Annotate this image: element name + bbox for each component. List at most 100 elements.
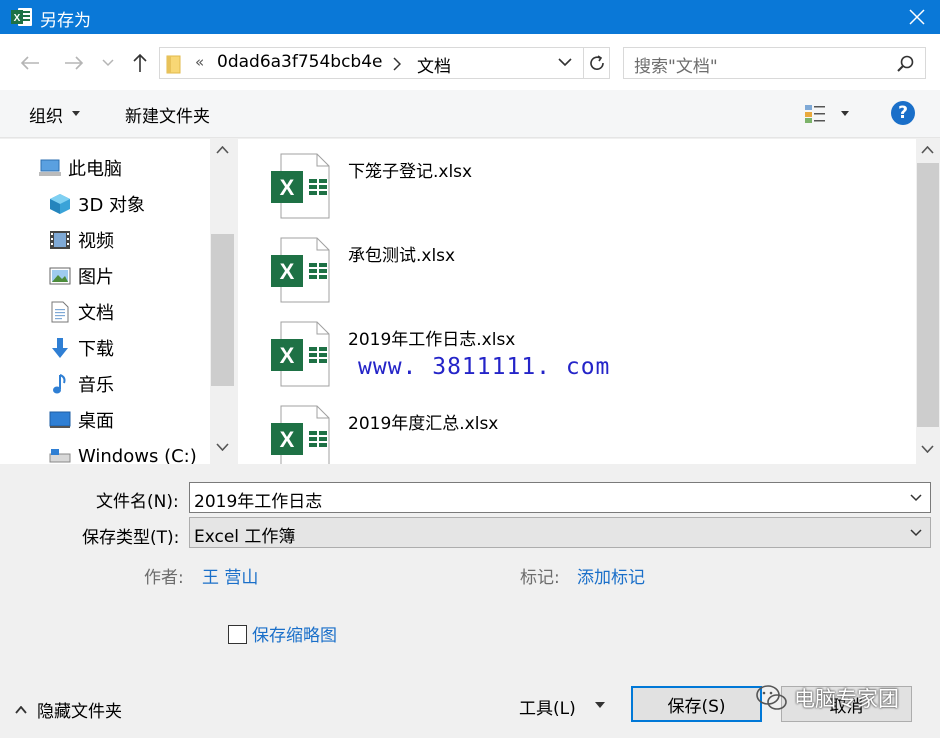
file-item[interactable]: X 2019年度汇总.xlsx (271, 405, 771, 464)
video-icon (48, 229, 72, 251)
forward-button[interactable] (62, 52, 86, 74)
chevron-down-icon[interactable] (558, 57, 572, 67)
svg-text:X: X (280, 259, 295, 284)
scroll-down-icon[interactable] (216, 443, 229, 451)
desktop-icon (48, 409, 72, 431)
tags-value[interactable]: 添加标记 (577, 563, 645, 588)
file-name: 2019年工作日志.xlsx (348, 330, 516, 350)
nav-item-downloads[interactable]: 下载 (48, 331, 114, 365)
wechat-overlay: 电脑专家团 (756, 683, 899, 713)
nav-item-this-pc[interactable]: 此电脑 (38, 151, 122, 185)
nav-item-label: 此电脑 (68, 159, 122, 180)
breadcrumb-documents[interactable]: 文档 (417, 52, 451, 77)
arrow-left-icon (20, 56, 39, 70)
filename-label: 文件名(N): (96, 492, 179, 512)
watermark-text: www. 3811111. com (358, 354, 611, 380)
nav-item-3d-objects[interactable]: 3D 对象 (48, 187, 145, 221)
nav-item-label: 桌面 (78, 411, 114, 432)
scrollbar-thumb[interactable] (211, 234, 234, 386)
nav-item-documents[interactable]: 文档 (48, 295, 114, 329)
arrow-up-icon (133, 53, 147, 72)
wechat-icon (756, 685, 787, 710)
search-box[interactable]: 搜索"文档" (623, 47, 926, 79)
up-button[interactable] (128, 52, 152, 74)
file-name: 2019年度汇总.xlsx (348, 414, 499, 434)
title-bar: X 另存为 (0, 0, 940, 34)
navigation-bar: « 0dad6a3f754bcb4e 文档 搜索"文档" (0, 34, 940, 90)
search-icon[interactable] (897, 55, 915, 73)
scroll-down-icon[interactable] (921, 445, 934, 453)
filetype-value: Excel 工作簿 (194, 527, 296, 547)
caret-down-icon[interactable] (72, 111, 80, 116)
tags-label: 标记: (520, 568, 560, 588)
folder-icon (166, 55, 181, 74)
hide-folders-button[interactable]: 隐藏文件夹 (15, 697, 122, 722)
refresh-icon (590, 55, 604, 70)
address-bar[interactable]: « 0dad6a3f754bcb4e 文档 (159, 47, 610, 79)
save-thumbnail-checkbox[interactable] (228, 625, 247, 644)
caret-down-icon[interactable] (841, 111, 849, 116)
tools-button[interactable]: 工具(L) (519, 694, 576, 719)
excel-file-icon: X (271, 237, 330, 303)
save-thumbnail-label[interactable]: 保存缩略图 (252, 621, 337, 646)
svg-text:X: X (280, 427, 295, 452)
organize-button[interactable]: 组织 (29, 102, 63, 127)
arrow-right-icon (65, 56, 84, 70)
pictures-icon (48, 265, 72, 287)
file-item[interactable]: X 承包测试.xlsx (271, 237, 771, 307)
filename-input[interactable]: 2019年工作日志 (189, 482, 931, 513)
drive-icon (48, 445, 72, 464)
svg-text:X: X (280, 175, 295, 200)
back-button[interactable] (18, 52, 42, 74)
nav-item-videos[interactable]: 视频 (48, 223, 114, 257)
chevron-down-icon[interactable] (910, 529, 922, 537)
music-icon (48, 373, 72, 395)
command-toolbar: 组织 新建文件夹 ? (0, 90, 940, 138)
nav-scrollbar[interactable] (210, 139, 235, 464)
chevron-down-icon (102, 59, 114, 67)
wechat-overlay-label: 电脑专家团 (794, 687, 899, 711)
save-button[interactable]: 保存(S) (631, 686, 762, 722)
nav-item-label: 视频 (78, 231, 114, 252)
author-value[interactable]: 王 营山 (202, 563, 258, 588)
nav-item-desktop[interactable]: 桌面 (48, 403, 114, 437)
nav-item-label: 3D 对象 (78, 195, 146, 216)
file-item[interactable]: X 下笼子登记.xlsx (271, 153, 771, 223)
file-list: X 下笼子登记.xlsx X 承包测试.xlsx X 2019年工作日志.xls… (238, 139, 916, 464)
excel-file-icon: X (271, 321, 330, 387)
filetype-label: 保存类型(T): (82, 528, 180, 548)
scrollbar-thumb[interactable] (917, 163, 939, 427)
nav-item-drive-c[interactable]: Windows (C:) (48, 439, 197, 464)
scroll-up-icon[interactable] (921, 146, 934, 154)
chevron-right-icon[interactable] (393, 57, 401, 71)
download-icon (48, 337, 72, 359)
new-folder-button[interactable]: 新建文件夹 (125, 102, 210, 127)
file-name: 下笼子登记.xlsx (348, 162, 473, 182)
nav-item-label: Windows (C:) (78, 445, 197, 465)
search-placeholder: 搜索"文档" (634, 57, 718, 77)
scroll-up-icon[interactable] (216, 146, 229, 154)
excel-file-icon: X (271, 405, 330, 464)
author-label: 作者: (144, 568, 184, 588)
chevron-down-icon[interactable] (910, 494, 922, 502)
breadcrumb-user-folder[interactable]: 0dad6a3f754bcb4e (217, 52, 383, 72)
view-options-icon[interactable] (804, 104, 826, 124)
caret-down-icon[interactable] (595, 702, 605, 708)
nav-item-label: 图片 (78, 267, 114, 288)
nav-item-label: 下载 (78, 339, 114, 360)
nav-item-music[interactable]: 音乐 (48, 367, 114, 401)
nav-item-pictures[interactable]: 图片 (48, 259, 114, 293)
chevron-up-icon (15, 705, 27, 714)
navigation-pane: 此电脑 3D 对象 视频 图片 文档 下载 音乐 桌面 Windows (C:) (0, 139, 235, 464)
refresh-button[interactable] (583, 48, 610, 78)
svg-text:X: X (14, 13, 21, 24)
address-overflow[interactable]: « (195, 53, 204, 71)
svg-text:X: X (280, 343, 295, 368)
close-button[interactable] (894, 0, 940, 34)
help-button[interactable]: ? (891, 101, 915, 125)
recent-locations-button[interactable] (98, 52, 118, 74)
file-list-scrollbar[interactable] (916, 139, 940, 464)
filetype-select[interactable]: Excel 工作簿 (189, 517, 931, 548)
computer-icon (38, 157, 62, 179)
excel-file-icon: X (271, 153, 330, 219)
